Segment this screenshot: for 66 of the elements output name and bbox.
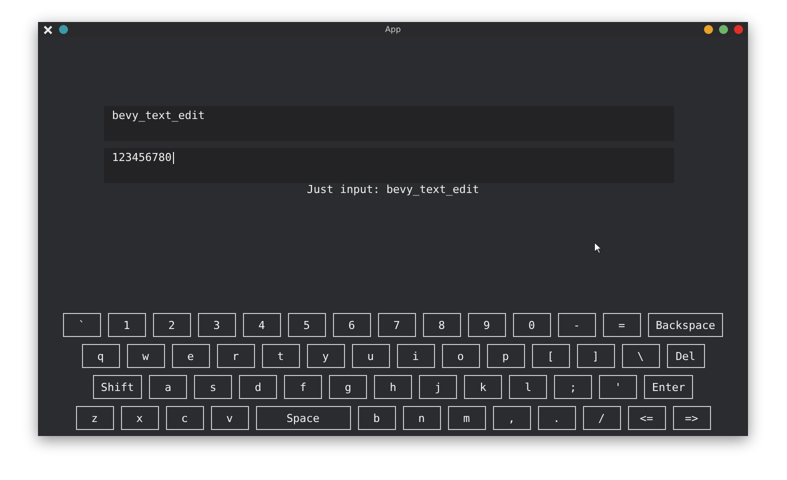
keyboard-key[interactable]: a (149, 375, 187, 399)
keyboard-key[interactable]: 3 (198, 313, 236, 337)
keyboard-key[interactable]: 0 (512, 313, 551, 337)
keyboard-key[interactable]: . (538, 406, 576, 430)
keyboard-key[interactable]: n (402, 406, 440, 430)
keyboard-key[interactable]: ` (62, 313, 101, 337)
keyboard-key[interactable]: = (602, 313, 641, 337)
keyboard-key[interactable]: ] (576, 344, 614, 368)
keyboard-key[interactable]: \ (622, 344, 660, 368)
keyboard-key[interactable]: p (486, 344, 524, 368)
keyboard-key[interactable]: 8 (422, 313, 461, 337)
text-field[interactable]: bevy_text_edit (104, 106, 674, 141)
keyboard-key[interactable]: z (76, 406, 114, 430)
keyboard-key[interactable]: => (672, 406, 710, 430)
keyboard-key[interactable]: 6 (332, 313, 371, 337)
keyboard-key[interactable]: ; (554, 375, 592, 399)
keyboard-key[interactable]: h (374, 375, 412, 399)
keyboard-key[interactable]: s (194, 375, 232, 399)
keyboard-key[interactable]: 9 (468, 313, 506, 337)
keyboard-key[interactable]: j (419, 375, 457, 399)
keyboard-key[interactable]: m (448, 406, 486, 430)
mouse-pointer-icon (594, 242, 602, 254)
maximize-button[interactable] (719, 25, 728, 34)
keyboard-key[interactable]: y (306, 344, 344, 368)
keyboard-key[interactable]: i (396, 344, 434, 368)
field-value: 123456780 (112, 151, 172, 165)
keyboard-key[interactable]: d (239, 375, 277, 399)
window-title: App (385, 25, 401, 34)
keyboard-key[interactable]: ' (599, 375, 637, 399)
keyboard-key[interactable]: b (358, 406, 396, 430)
keyboard-key[interactable]: Shift (92, 375, 142, 399)
keyboard-key[interactable]: q (82, 344, 120, 368)
keyboard-key[interactable]: f (284, 375, 322, 399)
keyboard-key[interactable]: , (492, 406, 530, 430)
keyboard-key[interactable]: Enter (644, 375, 694, 399)
keyboard-key[interactable]: t (262, 344, 300, 368)
close-icon[interactable] (43, 24, 53, 34)
keyboard-key[interactable]: Del (666, 344, 704, 368)
keyboard-key[interactable]: u (352, 344, 390, 368)
keyboard-key[interactable]: / (582, 406, 620, 430)
minimize-button[interactable] (704, 25, 713, 34)
keyboard-key[interactable]: e (172, 344, 210, 368)
app-icon (59, 25, 68, 34)
keyboard-key[interactable]: - (558, 313, 596, 337)
keyboard-key[interactable]: c (166, 406, 204, 430)
keyboard-key[interactable]: x (120, 406, 158, 430)
keyboard-key[interactable]: l (509, 375, 547, 399)
keyboard-key[interactable]: r (216, 344, 254, 368)
status-text: Just input: bevy_text_edit (306, 183, 480, 196)
text-field[interactable]: 123456780 (104, 148, 674, 183)
keyboard-key[interactable]: <= (628, 406, 666, 430)
keyboard-key[interactable]: 5 (288, 313, 326, 337)
keyboard-key[interactable]: w (126, 344, 164, 368)
keyboard-key[interactable]: o (442, 344, 480, 368)
keyboard-key[interactable]: [ (532, 344, 570, 368)
keyboard-key[interactable]: 1 (108, 313, 146, 337)
keyboard-key[interactable]: Backspace (648, 313, 724, 337)
keyboard-key[interactable]: k (464, 375, 502, 399)
keyboard-key[interactable]: 4 (242, 313, 281, 337)
field-value: bevy_text_edit (112, 109, 205, 123)
close-button[interactable] (734, 25, 743, 34)
keyboard-key[interactable]: Space (256, 406, 350, 430)
keyboard-key[interactable]: 7 (378, 313, 416, 337)
keyboard-key[interactable]: g (329, 375, 367, 399)
keyboard-key[interactable]: 2 (152, 313, 191, 337)
keyboard-key[interactable]: v (210, 406, 248, 430)
